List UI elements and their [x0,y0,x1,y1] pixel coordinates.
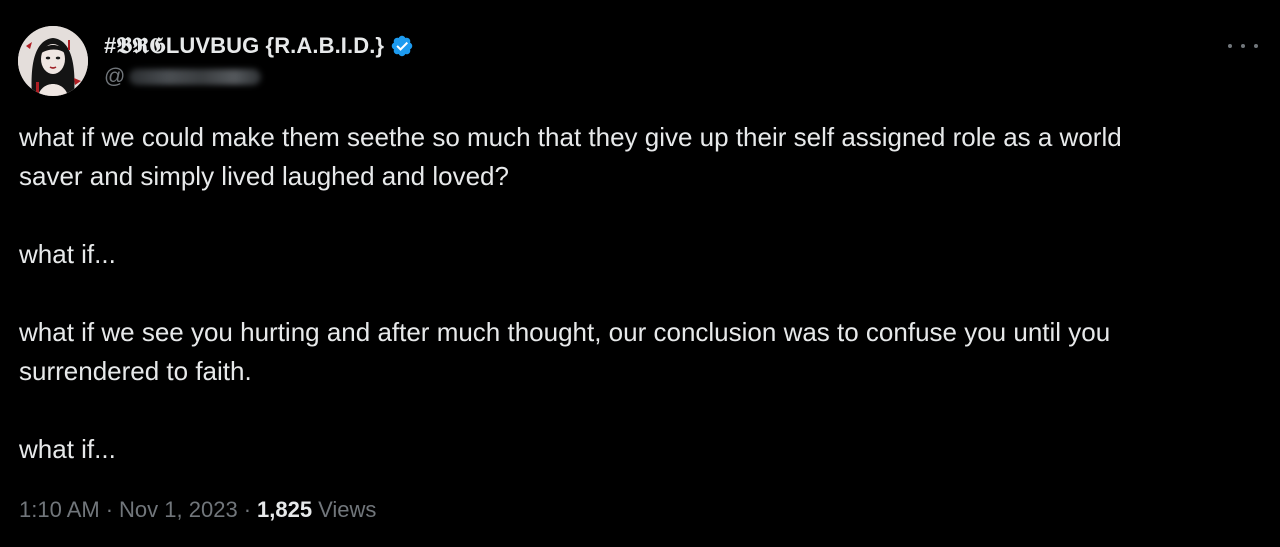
more-options-button[interactable] [1228,36,1258,56]
meta-separator: · [243,497,252,522]
tweet-paragraph: what if we could make them seethe so muc… [19,122,1122,191]
tweet-meta: 1:10 AM · Nov 1, 2023 · 1,825 Views [19,497,376,523]
avatar-image [18,26,88,96]
meta-separator: · [105,497,114,522]
tweet-date[interactable]: Nov 1, 2023 [119,497,238,523]
author-display-name[interactable]: #𝕭𝕽𝕲LUVBUG {R.A.B.I.D.} [104,33,384,59]
tweet: #𝕭𝕽𝕲LUVBUG {R.A.B.I.D.} @ what if we cou… [0,0,1280,547]
tweet-time[interactable]: 1:10 AM [19,497,100,523]
views-label: Views [318,497,377,522]
tweet-text: what if we could make them seethe so muc… [19,118,1249,469]
tweet-paragraph: what if we see you hurting and after muc… [19,317,1111,386]
author-name-row: #𝕭𝕽𝕲LUVBUG {R.A.B.I.D.} [104,32,414,60]
author-handle-prefix[interactable]: @ [104,65,125,89]
tweet-paragraph: what if... [19,434,116,464]
more-horizontal-icon-dot [1254,44,1258,48]
verified-badge-icon[interactable] [390,34,414,58]
author-info: #𝕭𝕽𝕲LUVBUG {R.A.B.I.D.} @ [104,32,414,90]
author-handle-row: @ [104,64,414,90]
more-horizontal-icon [1228,44,1232,48]
more-horizontal-icon-dot [1241,44,1245,48]
avatar[interactable] [18,26,88,96]
tweet-header: #𝕭𝕽𝕲LUVBUG {R.A.B.I.D.} @ [18,26,414,96]
tweet-paragraph: what if... [19,239,116,269]
views-count: 1,825 [257,497,313,522]
author-handle-redacted [129,69,262,85]
